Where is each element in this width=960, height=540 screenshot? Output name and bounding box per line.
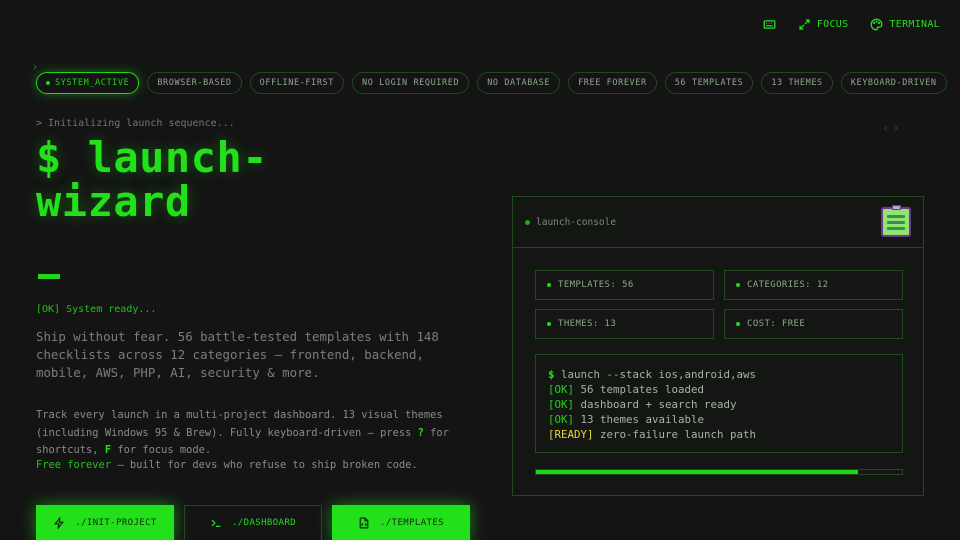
tag-label: 56 TEMPLATES [674,78,744,88]
stat-templates: TEMPLATES: 56 [535,270,714,300]
dashboard-button[interactable]: ./DASHBOARD [184,505,322,540]
free-text: — built for devs who refuse to ship brok… [111,459,418,471]
terminal-line: [OK] 13 themes available [548,412,890,427]
tag-browser-based[interactable]: BROWSER-BASED [147,72,242,94]
stat-label: TEMPLATES: 56 [558,280,634,290]
file-code-icon [359,517,369,529]
track-paragraph: Track every launch in a multi-project da… [36,407,456,460]
line-text: zero-failure launch path [593,428,757,441]
console-title-label: launch-console [536,216,617,228]
status-dot [46,81,50,85]
launch-progress-bar [535,469,903,475]
stat-dot [547,322,551,326]
terminal-line: [OK] dashboard + search ready [548,397,890,412]
stat-label: THEMES: 13 [558,319,617,329]
console-header: launch-console [513,197,923,248]
chevron-left-icon[interactable]: ‹ [882,121,890,136]
terminal-label: TERMINAL [889,19,940,30]
ok-tag: [OK] [548,398,575,411]
stat-dot [547,283,551,287]
launch-console: launch-console TEMPLATES: 56 CATEGORIES:… [512,196,924,496]
tag-label: 13 THEMES [771,78,823,88]
top-nav: FOCUS TERMINAL [763,18,940,31]
free-highlight: Free forever [36,459,112,471]
track-text: for focus mode. [111,444,212,456]
stat-label: COST: FREE [747,319,806,329]
track-text: Track every launch in a multi-project da… [36,409,443,439]
focus-label: FOCUS [816,19,849,30]
clip [892,205,901,210]
progress-fill [536,470,859,474]
console-title: launch-console [525,217,616,228]
carousel-arrows: ‹ › [882,121,900,136]
zap-icon [54,517,65,529]
palette-icon [871,18,883,31]
tag-label: FREE FOREVER [578,78,647,88]
checklist-row [887,220,905,224]
hero-description: Ship without fear. 56 battle-tested temp… [36,329,439,380]
terminal-theme-button[interactable]: TERMINAL [870,18,940,31]
terminal-output: $ launch --stack ios,android,aws [OK] 56… [535,354,903,453]
checklist-row [887,214,905,218]
tag-offline-first[interactable]: OFFLINE-FIRST [249,72,344,94]
keyboard-button[interactable] [763,18,776,31]
chevron-right-icon[interactable]: › [892,121,900,136]
stat-label: CATEGORIES: 12 [747,280,829,290]
button-label: ./TEMPLATES [379,518,444,528]
feature-tags: SYSTEM_ACTIVE BROWSER-BASED OFFLINE-FIRS… [36,72,947,94]
stat-dot [736,322,740,326]
terminal-icon [211,519,221,527]
stats-grid: TEMPLATES: 56 CATEGORIES: 12 THEMES: 13 … [535,270,903,339]
button-label: ./DASHBOARD [231,518,296,528]
checklist-row [887,226,905,230]
tag-label: NO LOGIN REQUIRED [361,78,460,88]
tag-label: OFFLINE-FIRST [259,78,334,88]
status-dot [525,219,530,225]
tag-label: NO DATABASE [487,78,551,88]
terminal-line: [OK] 56 templates loaded [548,382,890,397]
tag-system-active[interactable]: SYSTEM_ACTIVE [36,72,140,94]
cursor-bar [38,274,60,279]
stat-cost: COST: FREE [724,309,903,339]
line-text: 56 templates loaded [574,383,705,396]
init-project-button[interactable]: ./INIT-PROJECT [36,505,174,540]
ok-tag: [OK] [548,383,575,396]
line-text: 13 themes available [574,413,705,426]
status-line: [OK] System ready... [36,304,157,315]
ok-tag: [OK] [548,413,575,426]
stat-dot [736,283,740,287]
tag-templates[interactable]: 56 TEMPLATES [664,72,754,94]
templates-button[interactable]: ./TEMPLATES [332,505,470,540]
stat-categories: CATEGORIES: 12 [724,270,903,300]
ready-tag: [READY] [548,428,594,441]
init-line: > Initializing launch sequence... [36,118,235,129]
tag-themes[interactable]: 13 THEMES [761,72,833,94]
line-text: dashboard + search ready [574,398,737,411]
tag-keyboard-driven[interactable]: KEYBOARD-DRIVEN [840,72,947,94]
tag-no-login[interactable]: NO LOGIN REQUIRED [351,72,470,94]
stat-themes: THEMES: 13 [535,309,714,339]
terminal-ready-line: [READY] zero-failure launch path [548,427,890,442]
terminal-command-line: $ launch --stack ios,android,aws [548,367,890,382]
page-title: $ launch-wizard [36,133,269,226]
command-text: launch --stack ios,android,aws [554,368,757,381]
focus-button[interactable]: FOCUS [798,18,849,31]
expand-icon [799,19,810,30]
tag-label: BROWSER-BASED [157,78,232,88]
keyboard-icon [763,20,776,29]
button-label: ./INIT-PROJECT [75,518,157,528]
tag-no-database[interactable]: NO DATABASE [477,72,561,94]
tag-free-forever[interactable]: FREE FOREVER [568,72,657,94]
tag-label: SYSTEM_ACTIVE [55,78,130,88]
tag-label: KEYBOARD-DRIVEN [850,78,937,88]
clipboard-checklist-icon [881,205,911,237]
free-line: Free forever — built for devs who refuse… [36,459,418,471]
